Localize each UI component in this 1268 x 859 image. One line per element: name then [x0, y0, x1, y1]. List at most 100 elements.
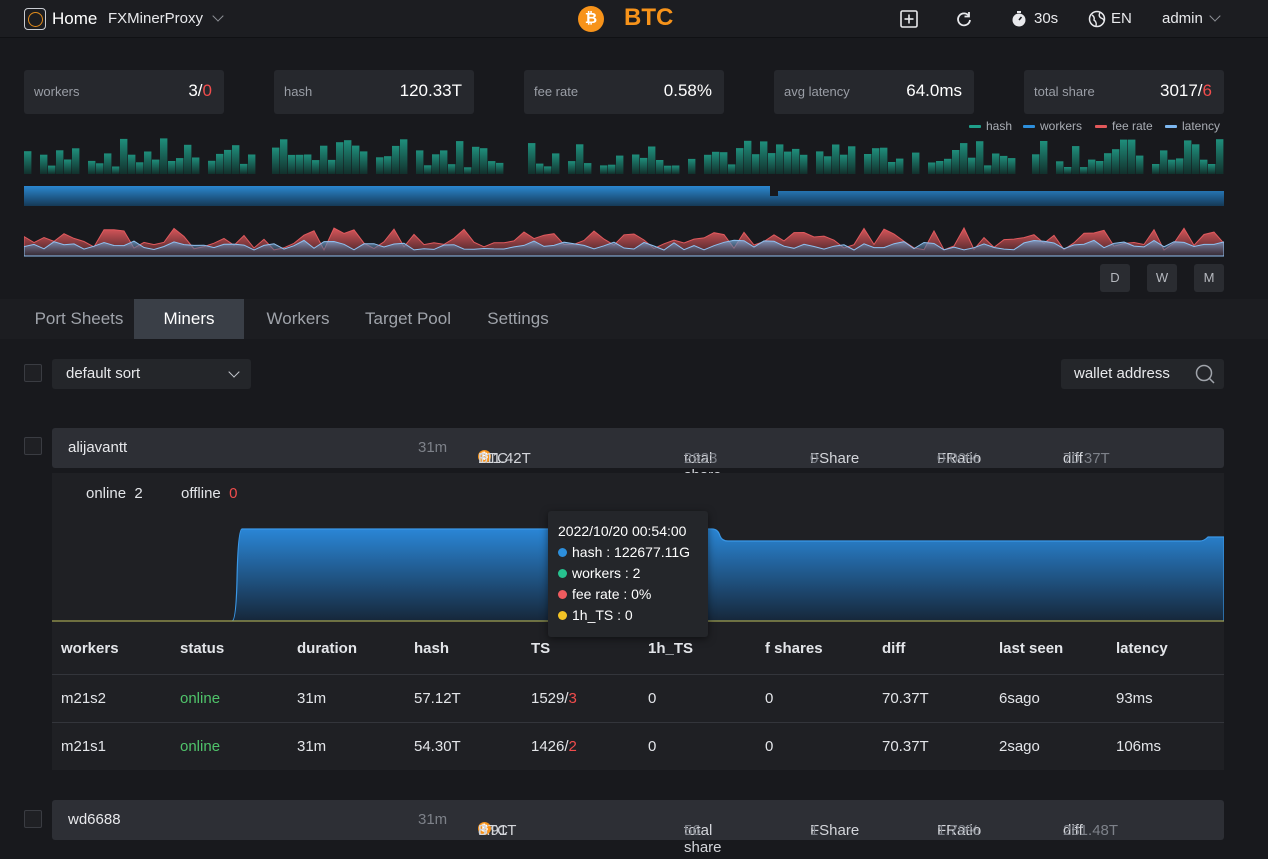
- hash-bar: [248, 154, 256, 174]
- col-hash[interactable]: hash: [414, 640, 449, 657]
- tooltip-workers: workers : 2: [558, 565, 640, 581]
- sort-value: default sort: [66, 365, 141, 382]
- tab-workers[interactable]: Workers: [254, 299, 342, 339]
- stat-value: 120.33T: [399, 81, 462, 100]
- sort-select[interactable]: default sort: [52, 359, 251, 389]
- legend-fee-rate[interactable]: fee rate: [1095, 119, 1153, 133]
- range-day-button[interactable]: D: [1100, 264, 1130, 292]
- legend-latency[interactable]: latency: [1165, 119, 1220, 133]
- col-ts[interactable]: TS: [531, 640, 550, 657]
- hash-bar: [344, 140, 352, 174]
- range-month-button[interactable]: M: [1194, 264, 1224, 292]
- hash-bar: [424, 165, 432, 174]
- hash-bar: [640, 157, 648, 174]
- hash-bar: [896, 158, 904, 174]
- select-all-checkbox[interactable]: [24, 364, 42, 382]
- timer-icon[interactable]: [1010, 10, 1028, 28]
- proxy-name[interactable]: FXMinerProxy: [108, 10, 203, 27]
- col-status[interactable]: status: [180, 640, 224, 657]
- home-link[interactable]: Home: [52, 9, 97, 29]
- miner-name: wd6688: [68, 811, 121, 828]
- hash-bar: [736, 148, 744, 174]
- hash-bar: [1056, 161, 1064, 174]
- proxy-chevron-down-icon[interactable]: [212, 10, 224, 22]
- app-logo-icon[interactable]: [24, 8, 46, 30]
- workers-dot-icon: [558, 569, 567, 578]
- tooltip-1h-ts: 1h_TS : 0: [558, 607, 633, 623]
- tab-target-pool[interactable]: Target Pool: [356, 299, 460, 339]
- top-bar: Home FXMinerProxy ₿ BTC 30s EN admin: [0, 0, 1268, 38]
- stat-label: workers: [34, 84, 80, 99]
- workers-series: [24, 186, 1224, 206]
- hash-bar: [352, 145, 360, 174]
- globe-icon[interactable]: [1088, 10, 1106, 28]
- hash-bar: [704, 154, 712, 174]
- hash-bar: [536, 163, 544, 174]
- hash-bar: [832, 144, 840, 174]
- hash-bar: [152, 159, 160, 174]
- tab-bar: Port Sheets Miners Workers Target Pool S…: [0, 299, 1268, 339]
- offline-count: offline 0: [181, 485, 238, 502]
- cell-status: online: [180, 690, 221, 707]
- hash-bar: [1072, 146, 1080, 174]
- tab-port-sheets[interactable]: Port Sheets: [24, 299, 134, 339]
- hash-bar: [224, 149, 232, 174]
- hash-bar: [88, 160, 96, 174]
- user-chevron-down-icon[interactable]: [1209, 10, 1221, 22]
- hash-bar: [968, 157, 976, 174]
- hash-bar: [336, 142, 344, 174]
- stat-label: hash: [284, 84, 313, 99]
- hash-bar: [416, 150, 424, 174]
- online-count: online 2: [86, 485, 143, 502]
- language-selector[interactable]: EN: [1111, 10, 1132, 27]
- refresh-icon[interactable]: [955, 10, 973, 28]
- tooltip-fee-rate: fee rate : 0%: [558, 586, 651, 602]
- table-row[interactable]: m21s1 online 31m 54.30T 1426/2 0 0 70.37…: [52, 724, 1224, 770]
- miner-row[interactable]: wd6688 31m ₿ BTC 8.91T total share 56 FSh…: [52, 800, 1224, 856]
- user-menu[interactable]: admin: [1162, 10, 1203, 27]
- stat-label: total share: [1034, 84, 1095, 99]
- hash-bar: [608, 164, 616, 174]
- col-1h-ts[interactable]: 1h_TS: [648, 640, 693, 657]
- miner-row[interactable]: alijavantt 31m ₿BTC 111.42T total share …: [52, 428, 1224, 484]
- stat-label: avg latency: [784, 84, 850, 99]
- hash-bar: [720, 152, 728, 174]
- refresh-interval[interactable]: 30s: [1034, 10, 1058, 27]
- hash-bar: [1000, 155, 1008, 174]
- search-icon[interactable]: [1194, 363, 1216, 385]
- tab-miners[interactable]: Miners: [134, 299, 244, 339]
- col-duration[interactable]: duration: [297, 640, 357, 657]
- cell-worker: m21s2: [61, 690, 107, 707]
- col-f-shares[interactable]: f shares: [765, 640, 823, 657]
- col-last-seen[interactable]: last seen: [999, 640, 1063, 657]
- miner-checkbox[interactable]: [24, 437, 42, 455]
- hash-bar: [728, 164, 736, 174]
- hash-bar: [1128, 139, 1136, 174]
- table-row[interactable]: m21s2 online 31m 57.12T 1529/3 0 0 70.37…: [52, 676, 1224, 722]
- hash-bar: [976, 141, 984, 174]
- wallet-search-input[interactable]: wallet address: [1061, 359, 1224, 389]
- hash-bar: [464, 167, 472, 174]
- hash-bar: [1104, 153, 1112, 174]
- hash-bar: [488, 161, 496, 174]
- tooltip-hash: hash : 122677.11G: [558, 544, 690, 560]
- cell-worker: m21s1: [61, 738, 107, 755]
- hash-bar: [1168, 159, 1176, 174]
- hash-bar: [656, 160, 664, 174]
- hash-bar: [1160, 150, 1168, 174]
- col-workers[interactable]: workers: [61, 640, 119, 657]
- hash-bar: [848, 146, 856, 174]
- legend-hash[interactable]: hash: [969, 119, 1012, 133]
- legend-workers[interactable]: workers: [1023, 119, 1082, 133]
- range-week-button[interactable]: W: [1147, 264, 1177, 292]
- miner-checkbox[interactable]: [24, 810, 42, 828]
- add-square-icon[interactable]: [900, 10, 918, 28]
- hash-bar: [288, 154, 296, 174]
- hash-bar: [168, 161, 176, 174]
- tab-settings[interactable]: Settings: [476, 299, 560, 339]
- tooltip-time: 2022/10/20 00:54:00: [558, 523, 687, 539]
- cell-1h-ts: 0: [648, 738, 657, 755]
- col-latency[interactable]: latency: [1116, 640, 1168, 657]
- col-diff[interactable]: diff: [882, 640, 905, 657]
- overview-chart[interactable]: [24, 134, 1224, 260]
